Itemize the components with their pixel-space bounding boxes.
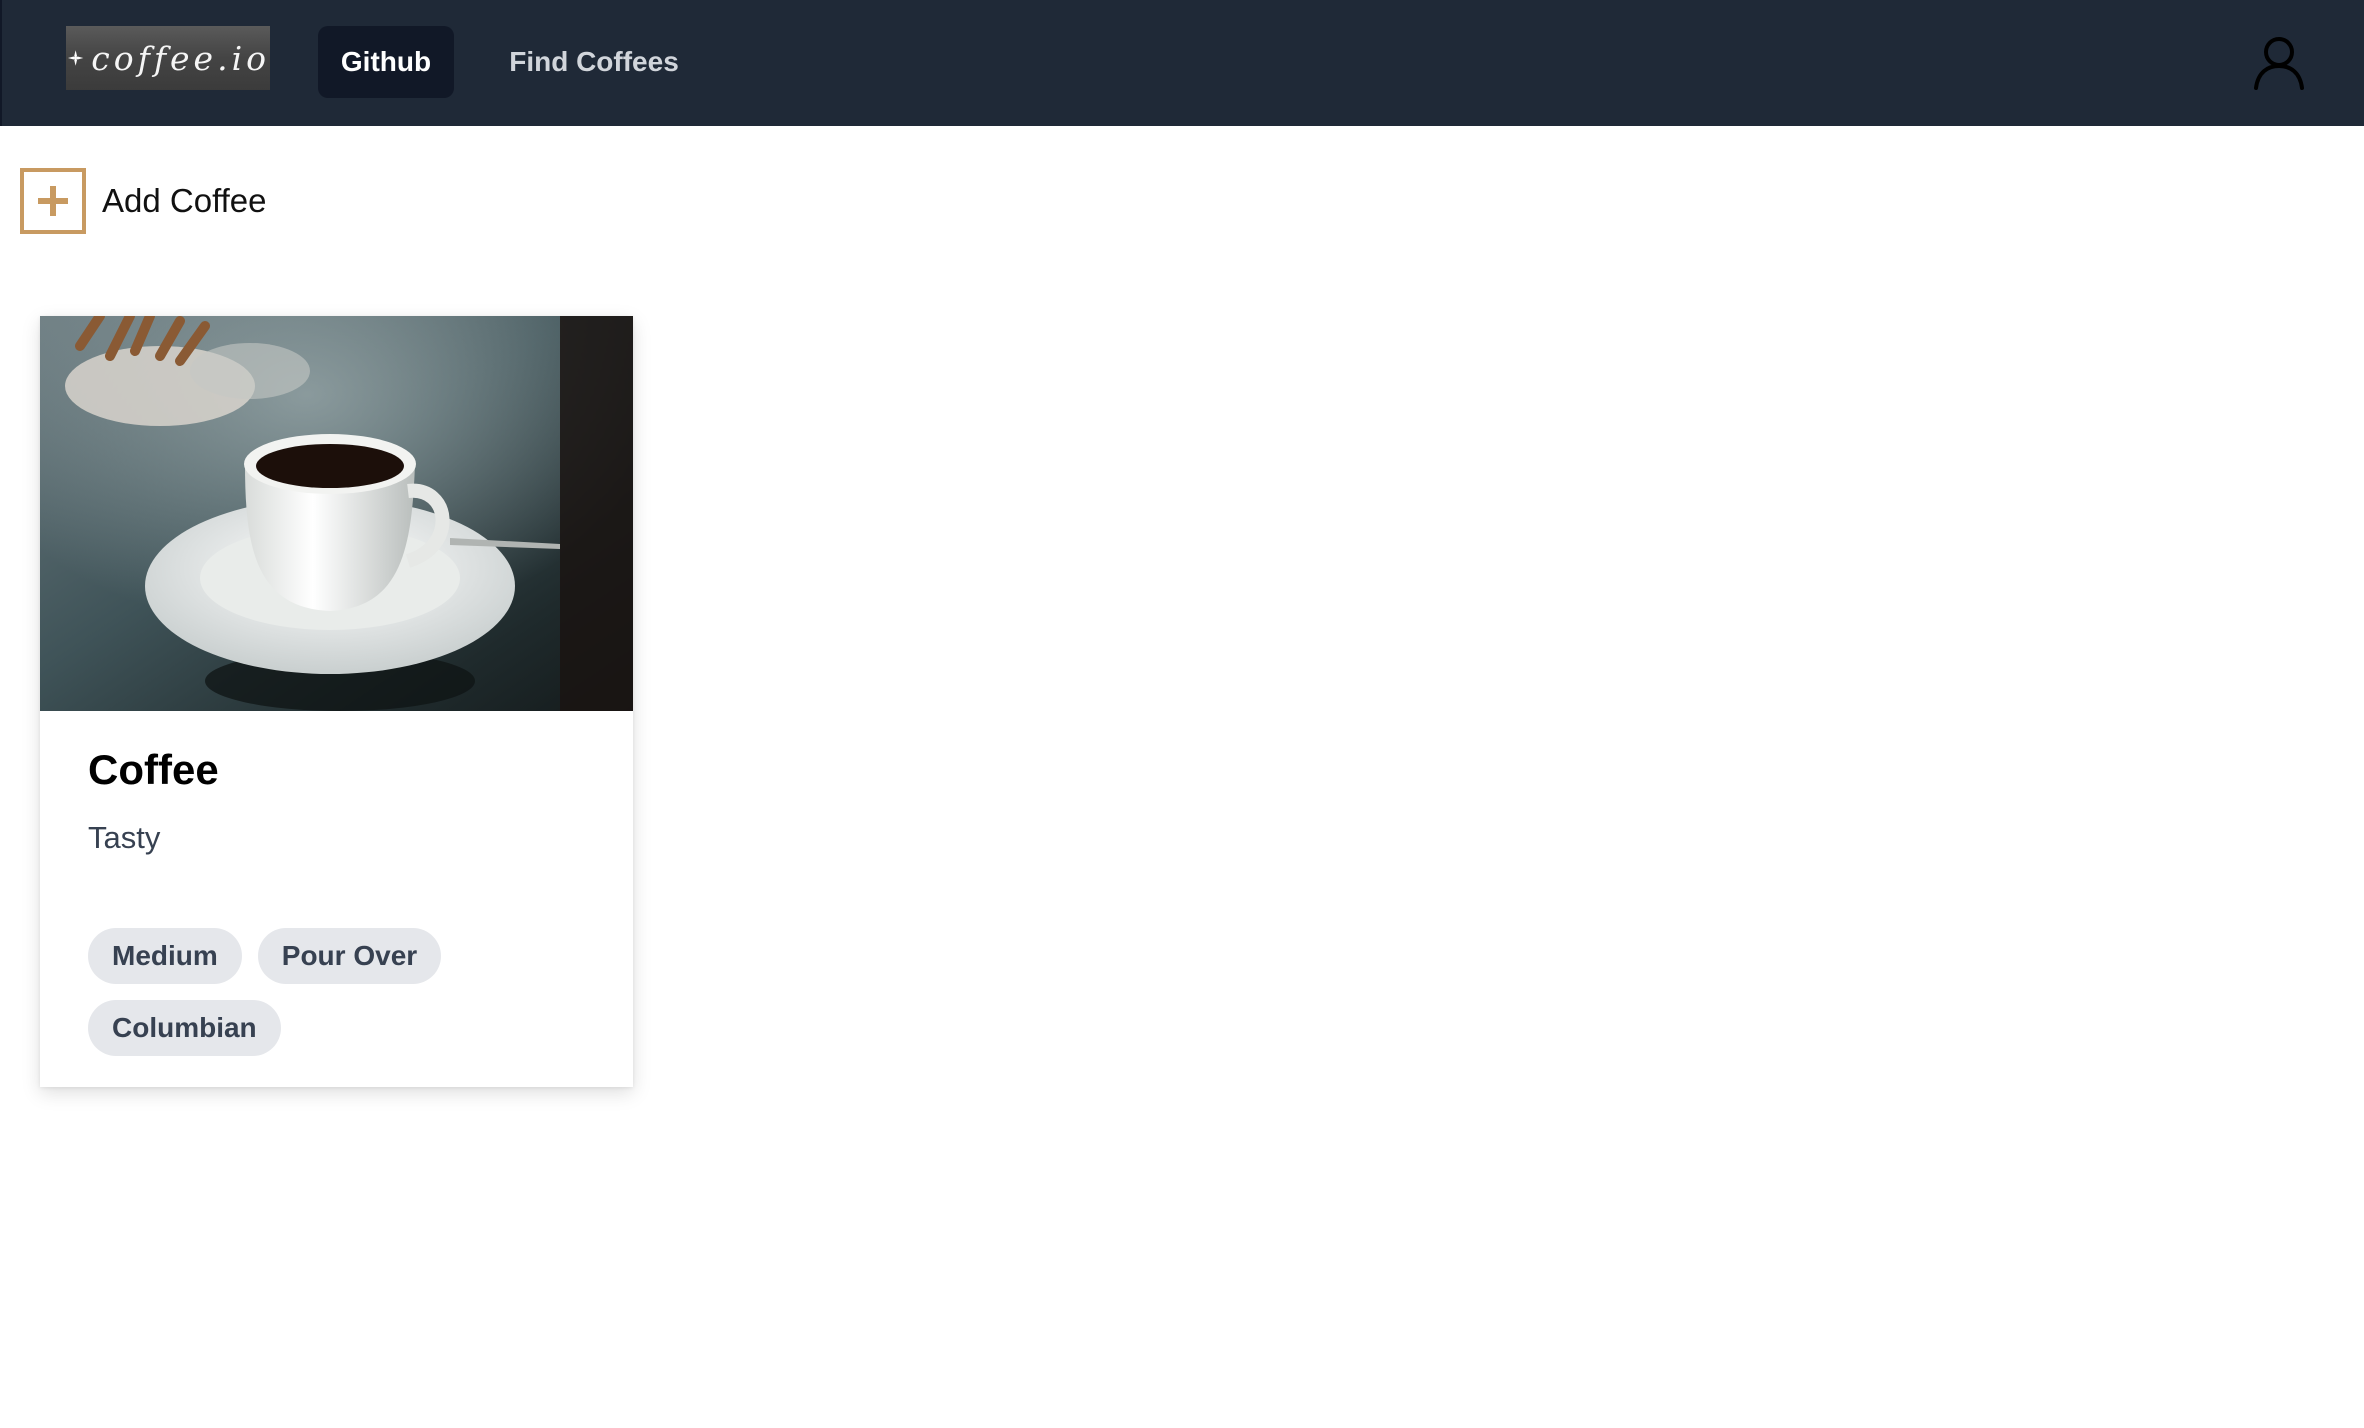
top-navbar: coffee.io Github Find Coffees <box>0 0 2364 126</box>
tag-roast[interactable]: Medium <box>88 928 242 984</box>
add-coffee-label: Add Coffee <box>102 182 267 219</box>
coffee-card[interactable]: Coffee Tasty Medium Pour Over Columbian <box>40 316 633 1087</box>
user-icon[interactable] <box>2252 34 2306 90</box>
coffee-cup-photo <box>40 316 633 711</box>
coffee-tags: Medium Pour Over Columbian <box>88 928 608 1056</box>
coffee-name: Coffee <box>88 746 219 793</box>
nav-find-coffees[interactable]: Find Coffees <box>480 26 708 98</box>
app-logo[interactable]: coffee.io <box>66 26 270 90</box>
logo-text: coffee.io <box>91 38 270 78</box>
tag-origin[interactable]: Columbian <box>88 1000 281 1056</box>
nav-github[interactable]: Github <box>318 26 454 98</box>
add-coffee-button[interactable]: Add Coffee <box>20 166 267 236</box>
plus-icon <box>20 168 86 234</box>
flower-logo-icon <box>67 50 84 66</box>
tag-brew-method[interactable]: Pour Over <box>257 928 442 984</box>
coffee-description: Tasty <box>88 820 161 855</box>
